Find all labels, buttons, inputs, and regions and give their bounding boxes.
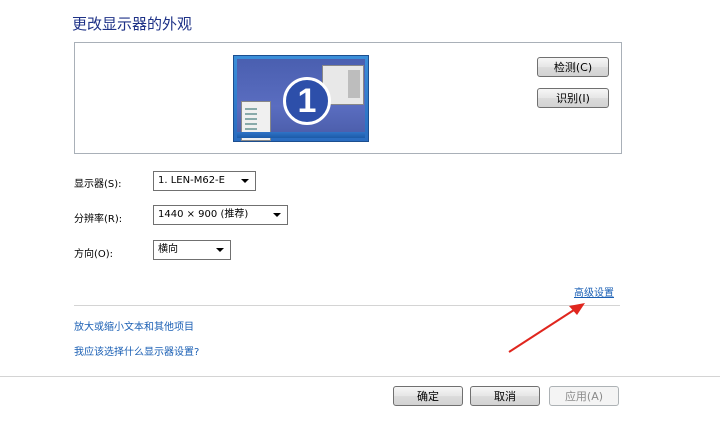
detect-button[interactable]: 检测(C) [537,57,609,77]
display-label: 显示器(S): [74,179,122,190]
text-size-link[interactable]: 放大或缩小文本和其他项目 [74,318,194,333]
display-settings-help-link[interactable]: 我应该选择什么显示器设置? [74,343,199,358]
display-select-value: 1. LEN-M62-E [158,175,225,186]
footer-divider [0,376,720,377]
monitor-screen: 1 [237,59,365,141]
chevron-down-icon [216,248,224,252]
orientation-select[interactable]: 横向 [153,240,231,260]
orientation-select-value: 横向 [158,244,178,255]
apply-button[interactable]: 应用(A) [549,386,619,406]
display-select[interactable]: 1. LEN-M62-E [153,171,256,191]
monitor-number-badge: 1 [283,77,331,125]
page-title: 更改显示器的外观 [72,15,193,33]
resolution-label: 分辨率(R): [74,214,123,225]
cancel-button[interactable]: 取消 [470,386,540,406]
chevron-down-icon [241,179,249,183]
taskbar-graphic [237,132,365,138]
monitor-thumbnail[interactable]: 1 [233,55,369,142]
resolution-select-value: 1440 × 900 (推荐) [158,209,249,220]
resolution-select[interactable]: 1440 × 900 (推荐) [153,205,288,225]
identify-button[interactable]: 识别(I) [537,88,609,108]
orientation-label: 方向(O): [74,249,114,260]
chevron-down-icon [273,213,281,217]
ok-button[interactable]: 确定 [393,386,463,406]
red-annotation-arrow [508,303,585,353]
